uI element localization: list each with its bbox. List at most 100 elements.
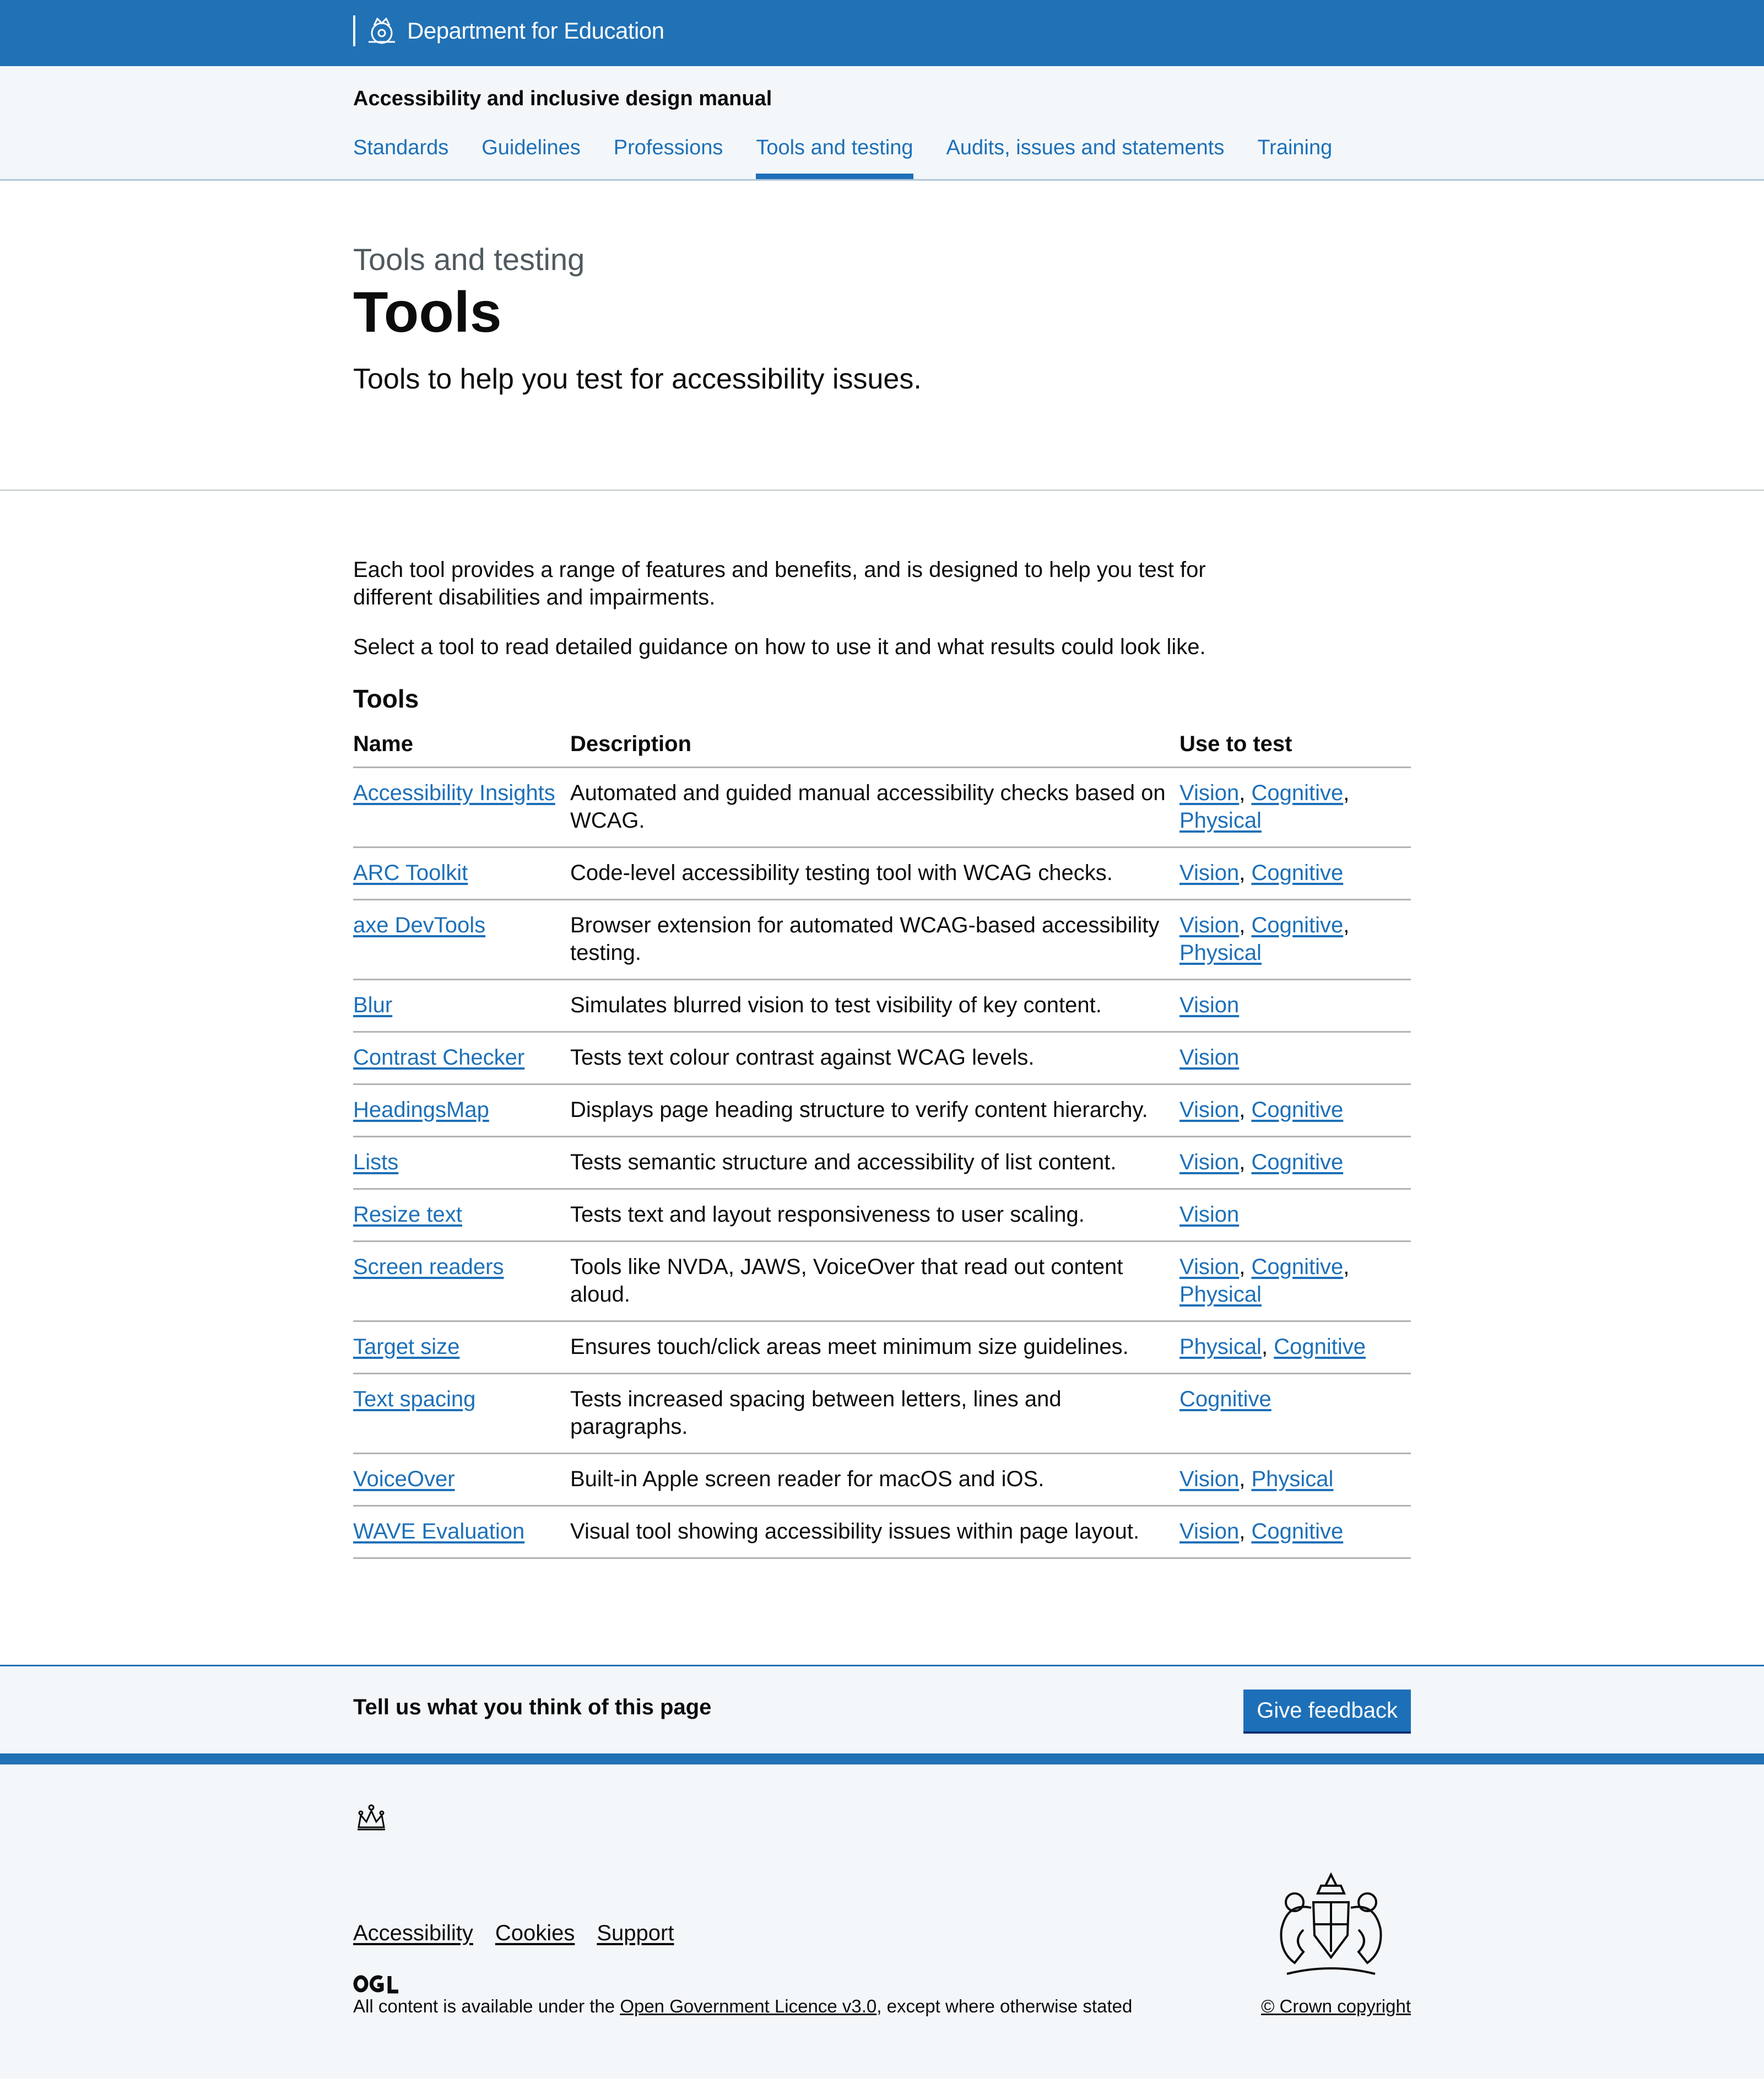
tool-link[interactable]: Contrast Checker (353, 1045, 524, 1070)
use-to-test-cell: Vision (1179, 1032, 1411, 1085)
tool-name-cell: ARC Toolkit (353, 847, 570, 900)
use-to-test-link[interactable]: Cognitive (1251, 781, 1343, 805)
use-to-test-link[interactable]: Vision (1179, 1098, 1239, 1122)
table-row: WAVE Evaluation Visual tool showing acces… (353, 1505, 1411, 1559)
tool-link[interactable]: Blur (353, 993, 392, 1017)
tool-link[interactable]: HeadingsMap (353, 1098, 489, 1122)
tool-link[interactable]: Text spacing (353, 1387, 475, 1411)
nav-training[interactable]: Training (1257, 131, 1332, 179)
tool-link[interactable]: axe DevTools (353, 913, 485, 937)
footer: Accessibility Cookies Support All conten… (0, 1753, 1764, 2079)
table-row: Lists Tests semantic structure and access… (353, 1136, 1411, 1190)
footer-link-support[interactable]: Support (597, 1921, 674, 1946)
table-row: Text spacing Tests increased spacing betw… (353, 1373, 1411, 1454)
tools-table-body: Accessibility Insights Automated and guid… (353, 767, 1411, 1559)
use-to-test-link[interactable]: Cognitive (1251, 913, 1343, 937)
service-name[interactable]: Accessibility and inclusive design manua… (353, 87, 772, 111)
tool-description: Displays page heading structure to verif… (570, 1084, 1179, 1137)
page-lead: Tools to help you test for accessibility… (353, 363, 922, 395)
use-to-test-link[interactable]: Vision (1179, 861, 1239, 885)
use-to-test-link[interactable]: Vision (1179, 993, 1239, 1017)
use-to-test-link[interactable]: Cognitive (1251, 861, 1343, 885)
tool-link[interactable]: Resize text (353, 1202, 462, 1227)
service-navigation: Standards Guidelines Professions Tools a… (353, 131, 1365, 179)
use-to-test-link[interactable]: Vision (1179, 1045, 1239, 1070)
use-to-test-link[interactable]: Vision (1179, 1255, 1239, 1279)
feedback-banner: Tell us what you think of this page Give… (0, 1665, 1764, 1753)
footer-link-cookies[interactable]: Cookies (495, 1921, 575, 1946)
tool-name-cell: VoiceOver (353, 1453, 570, 1507)
table-row: HeadingsMap Displays page heading structu… (353, 1084, 1411, 1137)
tool-description: Tests text colour contrast against WCAG … (570, 1032, 1179, 1085)
use-to-test-link[interactable]: Physical (1179, 1282, 1262, 1307)
nav-guidelines[interactable]: Guidelines (481, 131, 581, 179)
tool-name-cell: Resize text (353, 1189, 570, 1242)
use-to-test-cell: Vision, Physical (1179, 1453, 1411, 1507)
footer-link-accessibility[interactable]: Accessibility (353, 1921, 473, 1946)
use-to-test-cell: Vision (1179, 1189, 1411, 1242)
table-row: Blur Simulates blurred vision to test vis… (353, 979, 1411, 1033)
use-to-test-link[interactable]: Vision (1179, 781, 1239, 805)
header: Department for Education (0, 0, 1764, 66)
table-caption: Tools (353, 684, 419, 713)
tool-description: Code-level accessibility testing tool wi… (570, 847, 1179, 900)
ogl-icon (353, 1975, 398, 1994)
use-to-test-link[interactable]: Cognitive (1251, 1519, 1343, 1543)
feedback-prompt: Tell us what you think of this page (353, 1695, 712, 1719)
crest-icon (369, 17, 395, 44)
main-content: Each tool provides a range of features a… (0, 491, 1764, 1665)
tool-name-cell: axe DevTools (353, 899, 570, 980)
use-to-test-link[interactable]: Vision (1179, 1467, 1239, 1491)
use-to-test-link[interactable]: Cognitive (1251, 1255, 1343, 1279)
tool-description: Tests text and layout responsiveness to … (570, 1189, 1179, 1242)
use-to-test-link[interactable]: Physical (1251, 1467, 1333, 1491)
table-header-row: Name Description Use to test (353, 722, 1411, 768)
column-header-description: Description (570, 722, 1179, 768)
licence-text: All content is available under the Open … (353, 1996, 1132, 2017)
use-to-test-link[interactable]: Cognitive (1274, 1335, 1366, 1359)
tool-link[interactable]: Target size (353, 1335, 459, 1359)
tool-link[interactable]: VoiceOver (353, 1467, 455, 1491)
use-to-test-cell: Vision, Cognitive, Physical (1179, 1241, 1411, 1322)
use-to-test-link[interactable]: Cognitive (1179, 1387, 1271, 1411)
use-to-test-cell: Vision, Cognitive (1179, 1136, 1411, 1190)
table-row: Resize text Tests text and layout respons… (353, 1189, 1411, 1242)
brand-link[interactable]: Department for Education (353, 14, 664, 47)
use-to-test-link[interactable]: Physical (1179, 941, 1262, 965)
use-to-test-link[interactable]: Physical (1179, 1335, 1262, 1359)
licence-link[interactable]: Open Government Licence v3.0 (620, 1996, 876, 2016)
nav-audits-issues-statements[interactable]: Audits, issues and statements (946, 131, 1225, 179)
table-row: ARC Toolkit Code-level accessibility test… (353, 847, 1411, 900)
give-feedback-button[interactable]: Give feedback (1243, 1690, 1411, 1731)
nav-professions[interactable]: Professions (614, 131, 723, 179)
intro-paragraph: Each tool provides a range of features a… (353, 558, 1206, 609)
tool-name-cell: Blur (353, 979, 570, 1033)
tool-name-cell: WAVE Evaluation (353, 1505, 570, 1559)
nav-tools-and-testing[interactable]: Tools and testing (756, 131, 913, 179)
use-to-test-link[interactable]: Vision (1179, 1519, 1239, 1543)
tool-description: Visual tool showing accessibility issues… (570, 1505, 1179, 1559)
tool-link[interactable]: ARC Toolkit (353, 861, 468, 885)
use-to-test-link[interactable]: Vision (1179, 1150, 1239, 1174)
table-row: Contrast Checker Tests text colour contra… (353, 1032, 1411, 1085)
crown-copyright-link[interactable]: © Crown copyright (1261, 1996, 1411, 2017)
tool-name-cell: Accessibility Insights (353, 767, 570, 848)
tool-link[interactable]: Screen readers (353, 1255, 504, 1279)
brand-name: Department for Education (407, 18, 664, 44)
nav-standards[interactable]: Standards (353, 131, 448, 179)
use-to-test-link[interactable]: Cognitive (1251, 1150, 1343, 1174)
tool-name-cell: Contrast Checker (353, 1032, 570, 1085)
tool-link[interactable]: WAVE Evaluation (353, 1519, 524, 1543)
use-to-test-link[interactable]: Vision (1179, 1202, 1239, 1227)
use-to-test-cell: Vision, Cognitive (1179, 1505, 1411, 1559)
use-to-test-link[interactable]: Physical (1179, 808, 1262, 833)
tool-link[interactable]: Accessibility Insights (353, 781, 555, 805)
use-to-test-cell: Vision, Cognitive (1179, 847, 1411, 900)
use-to-test-link[interactable]: Vision (1179, 913, 1239, 937)
tools-table: Name Description Use to test Accessibili… (353, 722, 1411, 1559)
use-to-test-link[interactable]: Cognitive (1251, 1098, 1343, 1122)
royal-coat-of-arms-icon (1280, 1872, 1382, 1975)
tool-link[interactable]: Lists (353, 1150, 398, 1174)
tool-name-cell: Screen readers (353, 1241, 570, 1322)
tool-description: Built-in Apple screen reader for macOS a… (570, 1453, 1179, 1507)
